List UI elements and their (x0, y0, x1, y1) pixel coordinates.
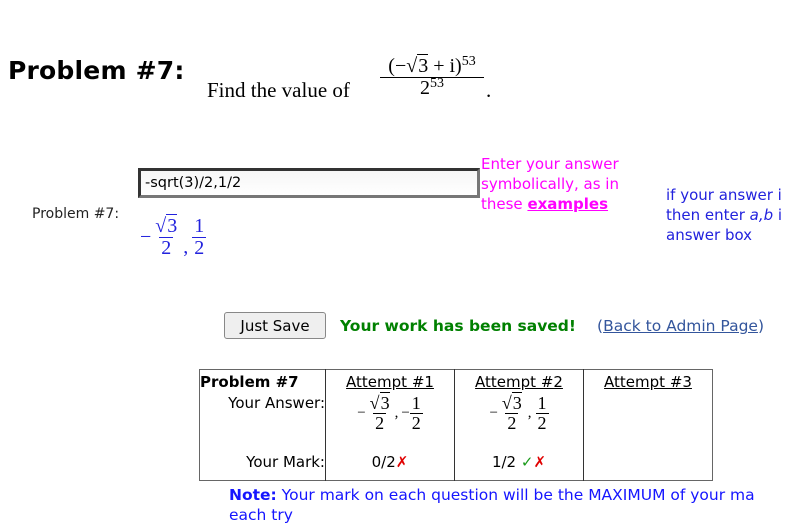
attempt-3-mark (583, 444, 713, 480)
back-to-admin-link[interactable]: Back to Admin Page (603, 317, 758, 335)
admin-link-wrapper: (Back to Admin Page) (597, 317, 765, 335)
examples-link[interactable]: examples (527, 195, 608, 213)
question-period: . (486, 78, 492, 102)
answer-row: Your Answer: − √3 2 , − 12 − √3 2 , 12 (200, 392, 713, 444)
problem-title: Problem #7: (8, 56, 185, 85)
your-answer-label: Your Answer: (228, 394, 325, 412)
attempt-2-answer: − √3 2 , 12 (454, 392, 584, 444)
table-problem-header: Problem #7 (200, 373, 299, 391)
answer-problem-label: Problem #7: (32, 206, 120, 222)
expression-denominator: 253 (380, 77, 484, 99)
question-text: Find the value of (207, 78, 350, 102)
attempt-3-answer (583, 394, 713, 444)
attempt-1-mark: 0/2✗ (325, 444, 455, 480)
answer-preview: − √3 2 , 1 2 (140, 214, 207, 259)
attempts-header-row: Problem #7 Attempt #1 Attempt #2 Attempt… (200, 369, 713, 394)
attempt-1-answer: − √3 2 , − 12 (325, 392, 455, 444)
answer-hint: Enter your answer symbolically, as in th… (481, 155, 619, 213)
sqrt-symbol-icon: √ (501, 393, 512, 413)
answer-input[interactable]: -sqrt(3)/2,1/2 (138, 168, 480, 198)
attempt-2-link[interactable]: Attempt #2 (475, 373, 563, 391)
attempts-table: Problem #7 Attempt #1 Attempt #2 Attempt… (199, 369, 713, 481)
sqrt-symbol-icon: √ (369, 393, 380, 413)
sqrt-symbol-icon: √ (406, 55, 418, 77)
your-mark-label: Your Mark: (246, 452, 325, 471)
saved-message: Your work has been saved! (340, 317, 576, 335)
correct-check-icon: ✓ (520, 452, 534, 471)
incorrect-cross-icon: ✗ (395, 452, 409, 471)
question-expression: (−√3 + i)53 253 (380, 54, 484, 99)
sqrt-symbol-icon: √ (155, 215, 167, 237)
max-mark-note: Note: Your mark on each question will be… (229, 486, 755, 524)
attempt-2-mark: 1/2 ✓✗ (454, 444, 584, 480)
incorrect-cross-icon: ✗ (533, 452, 547, 471)
format-hint: if your answer i then enter a,b i answer… (666, 186, 783, 244)
attempt-3-link[interactable]: Attempt #3 (604, 373, 692, 391)
attempt-1-link[interactable]: Attempt #1 (346, 373, 434, 391)
just-save-button[interactable]: Just Save (224, 312, 326, 339)
expression-numerator: (−√3 + i)53 (388, 54, 476, 77)
mark-row: Your Mark: 0/2✗ 1/2 ✓✗ (200, 444, 713, 480)
